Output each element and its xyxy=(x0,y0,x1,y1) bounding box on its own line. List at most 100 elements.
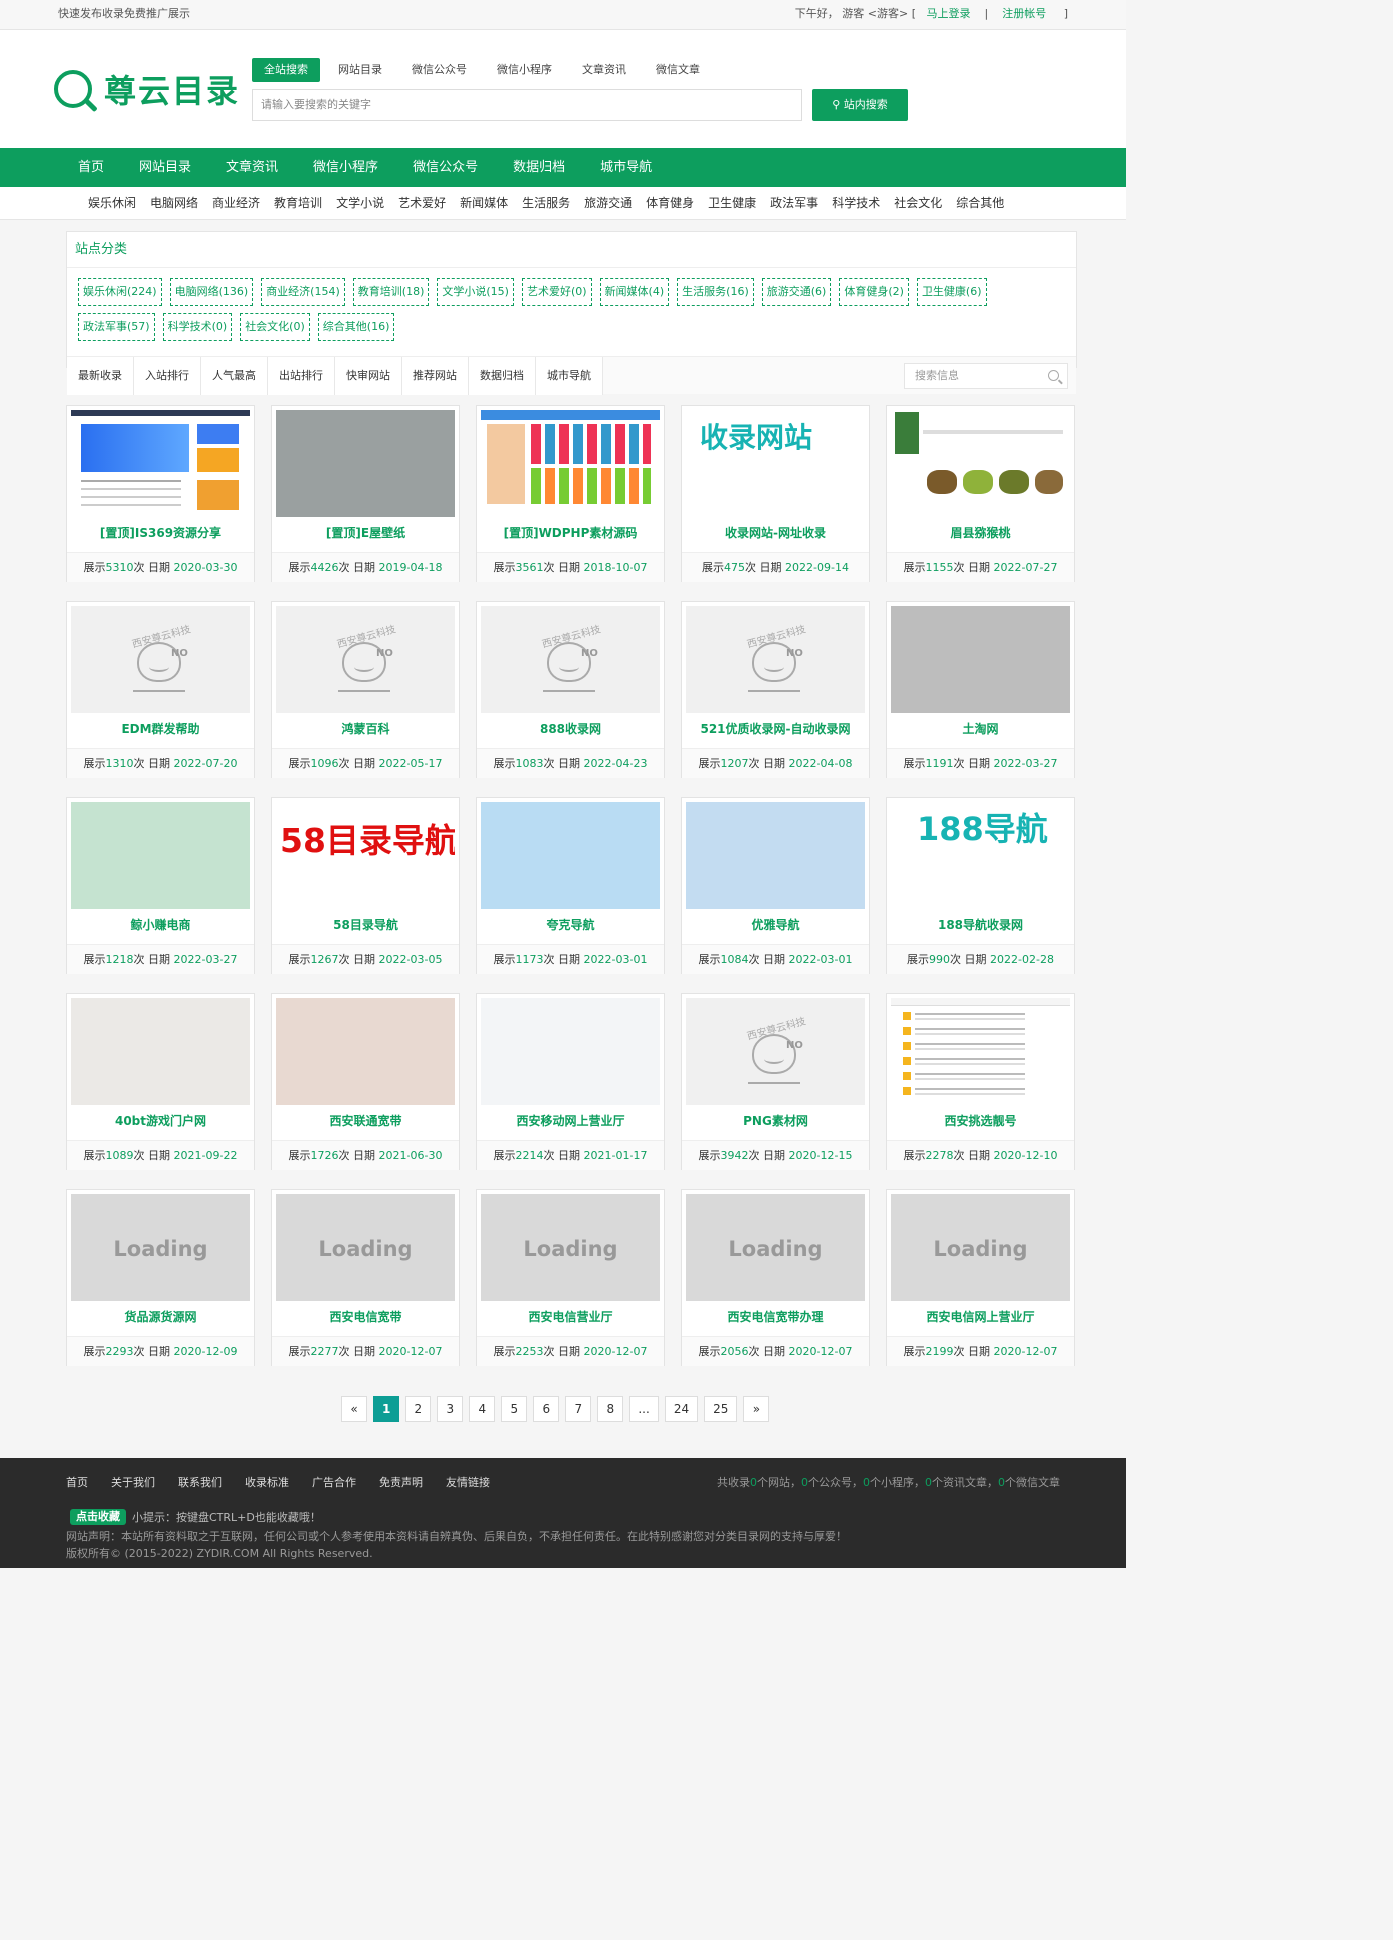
site-name[interactable]: 优雅导航 xyxy=(682,916,869,933)
page-button[interactable]: 1 xyxy=(373,1396,400,1422)
site-thumbnail[interactable] xyxy=(891,410,1070,517)
site-name[interactable]: 西安移动网上营业厅 xyxy=(477,1112,664,1129)
login-link[interactable]: 马上登录 xyxy=(926,7,970,20)
footer-link[interactable]: 联系我们 xyxy=(178,1474,222,1490)
favorite-button[interactable]: 点击收藏 xyxy=(70,1509,126,1525)
site-thumbnail[interactable] xyxy=(71,410,250,517)
site-card[interactable]: 西安尊云科技 NO 521优质收录网-自动收录网 展示1207次 日期 2022-04… xyxy=(681,601,870,778)
page-button[interactable]: ... xyxy=(629,1396,659,1422)
category-tag[interactable]: 商业经济(154) xyxy=(261,278,345,306)
site-card[interactable]: 眉县猕猴桃 展示1155次 日期 2022-07-27 xyxy=(886,405,1075,582)
site-thumbnail[interactable]: 西安尊云科技 NO xyxy=(71,606,250,713)
site-name[interactable]: [置顶]E屋壁纸 xyxy=(272,524,459,541)
list-tab[interactable]: 最新收录 xyxy=(67,357,134,395)
site-card[interactable]: 188导航 188导航收录网 展示990次 日期 2022-02-28 xyxy=(886,797,1075,974)
category-tag[interactable]: 教育培训(18) xyxy=(352,278,430,306)
site-thumbnail[interactable]: 188导航 xyxy=(891,802,1070,909)
nav-item[interactable]: 文章资讯 xyxy=(214,148,301,187)
site-card[interactable]: Loading 西安电信宽带办理 展示2056次 日期 2020-12-07 xyxy=(681,1189,870,1366)
site-name[interactable]: 西安挑选靓号 xyxy=(887,1112,1074,1129)
category-tag[interactable]: 体育健身(2) xyxy=(839,278,909,306)
subnav-item[interactable]: 科学技术 xyxy=(832,187,880,220)
site-thumbnail[interactable]: Loading xyxy=(276,1194,455,1301)
site-card[interactable]: Loading 西安电信网上营业厅 展示2199次 日期 2020-12-07 xyxy=(886,1189,1075,1366)
site-card[interactable]: 收录网站 收录网站-网址收录 展示475次 日期 2022-09-14 xyxy=(681,405,870,582)
top-link[interactable]: 免费推广展示 xyxy=(124,7,190,20)
site-name[interactable]: 货品源货源网 xyxy=(67,1308,254,1325)
site-card[interactable]: Loading 货品源货源网 展示2293次 日期 2020-12-09 xyxy=(66,1189,255,1366)
site-card[interactable]: 40bt游戏门户网 展示1089次 日期 2021-09-22 xyxy=(66,993,255,1170)
page-button[interactable]: 6 xyxy=(533,1396,560,1422)
site-name[interactable]: 收录网站-网址收录 xyxy=(682,524,869,541)
subnav-item[interactable]: 社会文化 xyxy=(894,187,942,220)
subnav-item[interactable]: 卫生健康 xyxy=(708,187,756,220)
site-thumbnail[interactable] xyxy=(686,802,865,909)
site-card[interactable]: Loading 西安电信宽带 展示2277次 日期 2020-12-07 xyxy=(271,1189,460,1366)
page-button[interactable]: 2 xyxy=(405,1396,432,1422)
site-thumbnail[interactable]: 西安尊云科技 NO xyxy=(481,606,660,713)
site-thumbnail[interactable]: 58目录导航 xyxy=(276,802,455,909)
site-name[interactable]: 西安电信宽带 xyxy=(272,1308,459,1325)
nav-item[interactable]: 首页 xyxy=(66,148,127,187)
category-tag[interactable]: 卫生健康(6) xyxy=(916,278,987,306)
search-icon[interactable] xyxy=(1048,370,1059,381)
category-tag[interactable]: 旅游交通(6) xyxy=(761,278,832,306)
nav-item[interactable]: 微信公众号 xyxy=(401,148,501,187)
search-tab[interactable]: 文章资讯 xyxy=(570,58,638,82)
site-thumbnail[interactable]: 西安尊云科技 NO xyxy=(276,606,455,713)
top-link[interactable]: 快速发布收录 xyxy=(58,7,124,20)
site-card[interactable]: 鲸小赚电商 展示1218次 日期 2022-03-27 xyxy=(66,797,255,974)
site-thumbnail[interactable] xyxy=(71,998,250,1105)
category-tag[interactable]: 社会文化(0) xyxy=(240,313,310,341)
site-thumbnail[interactable]: Loading xyxy=(481,1194,660,1301)
search-tab[interactable]: 全站搜索 xyxy=(252,58,320,82)
subnav-item[interactable]: 商业经济 xyxy=(212,187,260,220)
page-button[interactable]: 3 xyxy=(437,1396,464,1422)
site-card[interactable]: 西安挑选靓号 展示2278次 日期 2020-12-10 xyxy=(886,993,1075,1170)
search-tab[interactable]: 微信文章 xyxy=(644,58,712,82)
nav-item[interactable]: 城市导航 xyxy=(588,148,675,187)
site-card[interactable]: 西安尊云科技 NO 鸿蒙百科 展示1096次 日期 2022-05-17 xyxy=(271,601,460,778)
subnav-item[interactable]: 政法军事 xyxy=(770,187,818,220)
site-name[interactable]: [置顶]WDPHP素材源码 xyxy=(477,524,664,541)
list-tab[interactable]: 入站排行 xyxy=(134,357,201,395)
list-tab[interactable]: 人气最高 xyxy=(201,357,268,395)
page-button[interactable]: 7 xyxy=(565,1396,592,1422)
site-name[interactable]: 188导航收录网 xyxy=(887,916,1074,933)
category-tag[interactable]: 电脑网络(136) xyxy=(169,278,254,306)
site-card[interactable]: 西安尊云科技 NO PNG素材网 展示3942次 日期 2020-12-15 xyxy=(681,993,870,1170)
page-button[interactable]: 5 xyxy=(501,1396,528,1422)
site-logo[interactable]: 尊云目录 xyxy=(54,66,240,112)
site-card[interactable]: 土淘网 展示1191次 日期 2022-03-27 xyxy=(886,601,1075,778)
subnav-item[interactable]: 旅游交通 xyxy=(584,187,632,220)
site-name[interactable]: PNG素材网 xyxy=(682,1112,869,1129)
site-card[interactable]: [置顶]WDPHP素材源码 展示3561次 日期 2018-10-07 xyxy=(476,405,665,582)
site-name[interactable]: 眉县猕猴桃 xyxy=(887,524,1074,541)
site-name[interactable]: 鸿蒙百科 xyxy=(272,720,459,737)
subnav-item[interactable]: 娱乐休闲 xyxy=(88,187,136,220)
site-name[interactable]: 夸克导航 xyxy=(477,916,664,933)
site-thumbnail[interactable]: Loading xyxy=(71,1194,250,1301)
page-button[interactable]: 4 xyxy=(469,1396,496,1422)
site-thumbnail[interactable]: 西安尊云科技 NO xyxy=(686,998,865,1105)
search-tab[interactable]: 微信公众号 xyxy=(400,58,479,82)
nav-item[interactable]: 数据归档 xyxy=(501,148,588,187)
category-tag[interactable]: 科学技术(0) xyxy=(162,313,233,341)
site-name[interactable]: 西安电信网上营业厅 xyxy=(887,1308,1074,1325)
footer-link[interactable]: 关于我们 xyxy=(111,1474,155,1490)
site-thumbnail[interactable] xyxy=(481,802,660,909)
site-name[interactable]: 西安联通宽带 xyxy=(272,1112,459,1129)
search-input[interactable]: 请输入要搜索的关键字 xyxy=(252,89,802,121)
list-tab[interactable]: 城市导航 xyxy=(536,357,603,395)
site-thumbnail[interactable] xyxy=(891,606,1070,713)
category-tag[interactable]: 生活服务(16) xyxy=(677,278,754,306)
page-button[interactable]: 8 xyxy=(597,1396,624,1422)
site-thumbnail[interactable]: Loading xyxy=(891,1194,1070,1301)
page-button[interactable]: « xyxy=(341,1396,367,1422)
subnav-item[interactable]: 艺术爱好 xyxy=(398,187,446,220)
site-thumbnail[interactable] xyxy=(481,998,660,1105)
site-card[interactable]: 西安尊云科技 NO EDM群发帮助 展示1310次 日期 2022-07-20 xyxy=(66,601,255,778)
list-tab[interactable]: 出站排行 xyxy=(268,357,335,395)
register-link[interactable]: 注册帐号 xyxy=(1002,7,1046,20)
category-tag[interactable]: 政法军事(57) xyxy=(78,313,155,341)
